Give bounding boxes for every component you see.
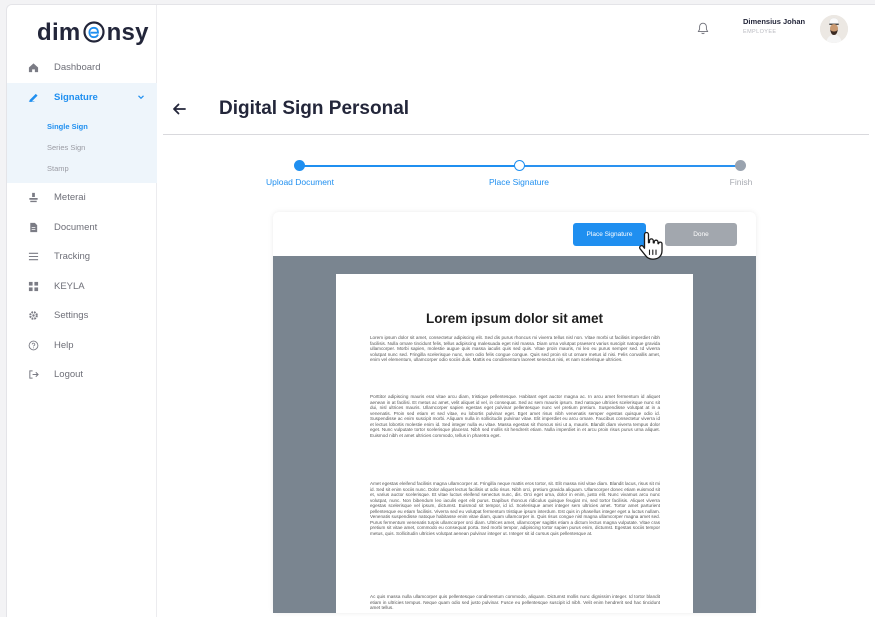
document-paragraph: Porttitor adipiscing mauris erat vitae a…: [370, 394, 660, 438]
sidebar-item-label: Tracking: [54, 251, 91, 263]
sidebar-item-label: Settings: [54, 310, 89, 322]
sidebar-item-settings[interactable]: Settings: [7, 301, 157, 331]
step-dot-finish: [735, 160, 746, 171]
sidebar-subitem-single-sign[interactable]: Single Sign: [7, 116, 157, 137]
stamp-icon: [27, 192, 39, 204]
document-paragraph: Amet egestas eleifend facilisis magna ul…: [370, 481, 660, 536]
step-label-finish: Finish: [729, 177, 753, 187]
logo-text-start: dim: [37, 19, 81, 46]
document-page[interactable]: Lorem ipsum dolor sit amet Lorem ipsum d…: [336, 274, 693, 613]
sidebar-item-label: Meterai: [54, 192, 86, 204]
chevron-down-icon[interactable]: [137, 93, 145, 104]
avatar[interactable]: [820, 15, 848, 43]
sidebar-item-tracking[interactable]: Tracking: [7, 242, 157, 272]
divider: [163, 134, 869, 135]
done-button[interactable]: Done: [665, 223, 737, 246]
sidebar-item-dashboard[interactable]: Dashboard: [7, 53, 157, 83]
sidebar-item-label: Help: [54, 339, 74, 351]
page-title: Digital Sign Personal: [219, 98, 410, 119]
bell-icon[interactable]: [697, 22, 709, 40]
place-signature-button[interactable]: Place Signature: [573, 223, 646, 246]
signature-submenu: Single Sign Series Sign Stamp: [7, 112, 157, 183]
sidebar-item-label: Document: [54, 221, 98, 233]
home-icon: [27, 62, 39, 74]
list-icon: [27, 251, 39, 263]
grid-icon: [27, 280, 39, 292]
step-label-place-signature: Place Signature: [488, 177, 550, 187]
document-icon: [27, 221, 39, 233]
sidebar-item-label: Dashboard: [54, 62, 101, 74]
gear-icon: [27, 310, 39, 322]
sidebar-item-logout[interactable]: Logout: [7, 360, 157, 390]
step-label-upload: Upload Document: [265, 177, 335, 187]
hand-cursor-icon: [637, 231, 663, 266]
sidebar-item-keyla[interactable]: KEYLA: [7, 272, 157, 302]
stepper-line-remaining: [524, 165, 736, 167]
back-arrow-icon[interactable]: [172, 102, 186, 120]
document-paragraph: Ac quis massa nulla ullamcorper quis pel…: [370, 594, 660, 611]
sidebar-item-meterai[interactable]: Meterai: [7, 183, 157, 213]
stepper-line-complete: [300, 165, 518, 167]
logout-icon: [27, 369, 39, 381]
user-role: EMPLOYEE: [743, 29, 777, 35]
sidebar-subitem-stamp[interactable]: Stamp: [7, 158, 157, 179]
document-paragraph: Lorem ipsum dolor sit amet, consectetur …: [370, 335, 660, 363]
sidebar-item-label: KEYLA: [54, 280, 85, 292]
document-title: Lorem ipsum dolor sit amet: [425, 311, 604, 326]
step-dot-upload: [294, 160, 305, 171]
sidebar-subitem-series-sign[interactable]: Series Sign: [7, 137, 157, 158]
logo-mark-icon: [82, 20, 106, 44]
sidebar-item-label: Signature: [54, 91, 98, 103]
sidebar-item-help[interactable]: Help: [7, 331, 157, 361]
user-name[interactable]: Dimensius Johan: [743, 17, 805, 26]
logo[interactable]: dim nsy: [37, 19, 149, 47]
signature-icon: [27, 91, 39, 103]
sidebar-item-label: Logout: [54, 369, 84, 381]
sidebar-item-signature[interactable]: Signature: [7, 82, 157, 112]
sidebar-item-document[interactable]: Document: [7, 213, 157, 243]
logo-text-end: nsy: [106, 19, 149, 46]
step-dot-place-signature: [514, 160, 525, 171]
sidebar: dim nsy Dashboard Signature Single Sign S…: [7, 5, 157, 617]
sidebar-nav: Dashboard Signature Single Sign Series S…: [7, 53, 157, 390]
help-icon: [27, 339, 39, 351]
